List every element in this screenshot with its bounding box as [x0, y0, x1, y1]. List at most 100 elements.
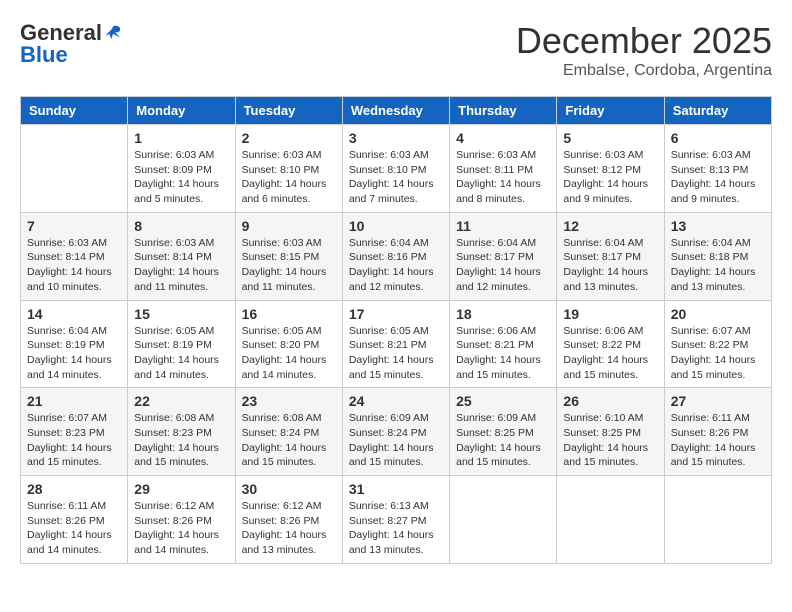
calendar-cell: 9 Sunrise: 6:03 AM Sunset: 8:15 PM Daylig… — [235, 212, 342, 300]
day-number: 9 — [242, 218, 336, 234]
day-info: Sunrise: 6:03 AM Sunset: 8:15 PM Dayligh… — [242, 236, 336, 295]
calendar-cell: 30 Sunrise: 6:12 AM Sunset: 8:26 PM Dayli… — [235, 476, 342, 564]
calendar-cell: 2 Sunrise: 6:03 AM Sunset: 8:10 PM Daylig… — [235, 125, 342, 213]
header: General Blue December 2025 Embalse, Cord… — [20, 20, 772, 80]
day-info: Sunrise: 6:04 AM Sunset: 8:19 PM Dayligh… — [27, 324, 121, 383]
day-info: Sunrise: 6:12 AM Sunset: 8:26 PM Dayligh… — [242, 499, 336, 558]
calendar-week-row: 1Sunrise: 6:03 AM Sunset: 8:09 PM Daylig… — [21, 125, 772, 213]
day-number: 28 — [27, 481, 121, 497]
day-info: Sunrise: 6:11 AM Sunset: 8:26 PM Dayligh… — [671, 411, 765, 470]
calendar-cell: 17 Sunrise: 6:05 AM Sunset: 8:21 PM Dayli… — [342, 300, 449, 388]
day-number: 14 — [27, 306, 121, 322]
calendar-cell: 10 Sunrise: 6:04 AM Sunset: 8:16 PM Dayli… — [342, 212, 449, 300]
calendar-cell: 8 Sunrise: 6:03 AM Sunset: 8:14 PM Daylig… — [128, 212, 235, 300]
day-info: Sunrise: 6:03 AM Sunset: 8:13 PM Dayligh… — [671, 148, 765, 207]
month-title: December 2025 — [516, 20, 772, 62]
calendar-cell: 6Sunrise: 6:03 AM Sunset: 8:13 PM Daylig… — [664, 125, 771, 213]
day-info: Sunrise: 6:07 AM Sunset: 8:23 PM Dayligh… — [27, 411, 121, 470]
day-number: 15 — [134, 306, 228, 322]
logo: General Blue — [20, 20, 122, 68]
day-number: 29 — [134, 481, 228, 497]
logo-bird-icon — [104, 24, 122, 42]
weekday-header-tuesday: Tuesday — [235, 97, 342, 125]
location-text: Embalse, Cordoba, Argentina — [516, 62, 772, 80]
calendar-week-row: 28Sunrise: 6:11 AM Sunset: 8:26 PM Dayli… — [21, 476, 772, 564]
day-number: 24 — [349, 393, 443, 409]
day-number: 20 — [671, 306, 765, 322]
weekday-header-saturday: Saturday — [664, 97, 771, 125]
day-info: Sunrise: 6:05 AM Sunset: 8:21 PM Dayligh… — [349, 324, 443, 383]
calendar-cell: 12 Sunrise: 6:04 AM Sunset: 8:17 PM Dayli… — [557, 212, 664, 300]
calendar-cell: 19 Sunrise: 6:06 AM Sunset: 8:22 PM Dayli… — [557, 300, 664, 388]
calendar-cell: 5 Sunrise: 6:03 AM Sunset: 8:12 PM Daylig… — [557, 125, 664, 213]
calendar-week-row: 7 Sunrise: 6:03 AM Sunset: 8:14 PM Daylig… — [21, 212, 772, 300]
calendar-cell: 18 Sunrise: 6:06 AM Sunset: 8:21 PM Dayli… — [450, 300, 557, 388]
day-number: 19 — [563, 306, 657, 322]
calendar-cell — [557, 476, 664, 564]
calendar-cell: 22Sunrise: 6:08 AM Sunset: 8:23 PM Dayli… — [128, 388, 235, 476]
logo-blue-text: Blue — [20, 42, 68, 67]
title-area: December 2025 Embalse, Cordoba, Argentin… — [516, 20, 772, 80]
day-number: 30 — [242, 481, 336, 497]
day-info: Sunrise: 6:09 AM Sunset: 8:25 PM Dayligh… — [456, 411, 550, 470]
calendar-table: SundayMondayTuesdayWednesdayThursdayFrid… — [20, 96, 772, 564]
day-number: 3 — [349, 130, 443, 146]
calendar-cell: 31 Sunrise: 6:13 AM Sunset: 8:27 PM Dayli… — [342, 476, 449, 564]
calendar-cell: 3 Sunrise: 6:03 AM Sunset: 8:10 PM Daylig… — [342, 125, 449, 213]
day-number: 25 — [456, 393, 550, 409]
day-info: Sunrise: 6:06 AM Sunset: 8:22 PM Dayligh… — [563, 324, 657, 383]
day-number: 8 — [134, 218, 228, 234]
day-number: 5 — [563, 130, 657, 146]
day-number: 10 — [349, 218, 443, 234]
day-info: Sunrise: 6:13 AM Sunset: 8:27 PM Dayligh… — [349, 499, 443, 558]
day-info: Sunrise: 6:03 AM Sunset: 8:12 PM Dayligh… — [563, 148, 657, 207]
day-info: Sunrise: 6:04 AM Sunset: 8:17 PM Dayligh… — [456, 236, 550, 295]
weekday-header-row: SundayMondayTuesdayWednesdayThursdayFrid… — [21, 97, 772, 125]
day-number: 31 — [349, 481, 443, 497]
day-number: 23 — [242, 393, 336, 409]
calendar-cell — [450, 476, 557, 564]
day-info: Sunrise: 6:04 AM Sunset: 8:17 PM Dayligh… — [563, 236, 657, 295]
day-info: Sunrise: 6:03 AM Sunset: 8:10 PM Dayligh… — [242, 148, 336, 207]
weekday-header-monday: Monday — [128, 97, 235, 125]
weekday-header-thursday: Thursday — [450, 97, 557, 125]
calendar-cell: 7 Sunrise: 6:03 AM Sunset: 8:14 PM Daylig… — [21, 212, 128, 300]
calendar-cell — [21, 125, 128, 213]
calendar-cell: 14 Sunrise: 6:04 AM Sunset: 8:19 PM Dayli… — [21, 300, 128, 388]
day-number: 18 — [456, 306, 550, 322]
day-info: Sunrise: 6:04 AM Sunset: 8:16 PM Dayligh… — [349, 236, 443, 295]
day-number: 17 — [349, 306, 443, 322]
weekday-header-friday: Friday — [557, 97, 664, 125]
calendar-cell: 4Sunrise: 6:03 AM Sunset: 8:11 PM Daylig… — [450, 125, 557, 213]
day-info: Sunrise: 6:08 AM Sunset: 8:24 PM Dayligh… — [242, 411, 336, 470]
calendar-cell: 13Sunrise: 6:04 AM Sunset: 8:18 PM Dayli… — [664, 212, 771, 300]
day-number: 7 — [27, 218, 121, 234]
day-info: Sunrise: 6:03 AM Sunset: 8:14 PM Dayligh… — [27, 236, 121, 295]
calendar-cell: 24 Sunrise: 6:09 AM Sunset: 8:24 PM Dayli… — [342, 388, 449, 476]
calendar-week-row: 21Sunrise: 6:07 AM Sunset: 8:23 PM Dayli… — [21, 388, 772, 476]
day-number: 16 — [242, 306, 336, 322]
day-info: Sunrise: 6:03 AM Sunset: 8:10 PM Dayligh… — [349, 148, 443, 207]
day-info: Sunrise: 6:03 AM Sunset: 8:09 PM Dayligh… — [134, 148, 228, 207]
day-info: Sunrise: 6:07 AM Sunset: 8:22 PM Dayligh… — [671, 324, 765, 383]
day-info: Sunrise: 6:03 AM Sunset: 8:14 PM Dayligh… — [134, 236, 228, 295]
day-number: 13 — [671, 218, 765, 234]
day-number: 26 — [563, 393, 657, 409]
calendar-cell: 21Sunrise: 6:07 AM Sunset: 8:23 PM Dayli… — [21, 388, 128, 476]
calendar-cell: 26 Sunrise: 6:10 AM Sunset: 8:25 PM Dayli… — [557, 388, 664, 476]
day-info: Sunrise: 6:03 AM Sunset: 8:11 PM Dayligh… — [456, 148, 550, 207]
calendar-cell: 27Sunrise: 6:11 AM Sunset: 8:26 PM Dayli… — [664, 388, 771, 476]
calendar-cell: 11Sunrise: 6:04 AM Sunset: 8:17 PM Dayli… — [450, 212, 557, 300]
calendar-cell: 20 Sunrise: 6:07 AM Sunset: 8:22 PM Dayli… — [664, 300, 771, 388]
day-info: Sunrise: 6:09 AM Sunset: 8:24 PM Dayligh… — [349, 411, 443, 470]
day-info: Sunrise: 6:10 AM Sunset: 8:25 PM Dayligh… — [563, 411, 657, 470]
calendar-week-row: 14 Sunrise: 6:04 AM Sunset: 8:19 PM Dayli… — [21, 300, 772, 388]
calendar-cell: 29Sunrise: 6:12 AM Sunset: 8:26 PM Dayli… — [128, 476, 235, 564]
day-number: 2 — [242, 130, 336, 146]
calendar-cell: 15Sunrise: 6:05 AM Sunset: 8:19 PM Dayli… — [128, 300, 235, 388]
calendar-cell: 16Sunrise: 6:05 AM Sunset: 8:20 PM Dayli… — [235, 300, 342, 388]
calendar-cell — [664, 476, 771, 564]
day-info: Sunrise: 6:06 AM Sunset: 8:21 PM Dayligh… — [456, 324, 550, 383]
day-number: 12 — [563, 218, 657, 234]
calendar-cell: 23 Sunrise: 6:08 AM Sunset: 8:24 PM Dayli… — [235, 388, 342, 476]
